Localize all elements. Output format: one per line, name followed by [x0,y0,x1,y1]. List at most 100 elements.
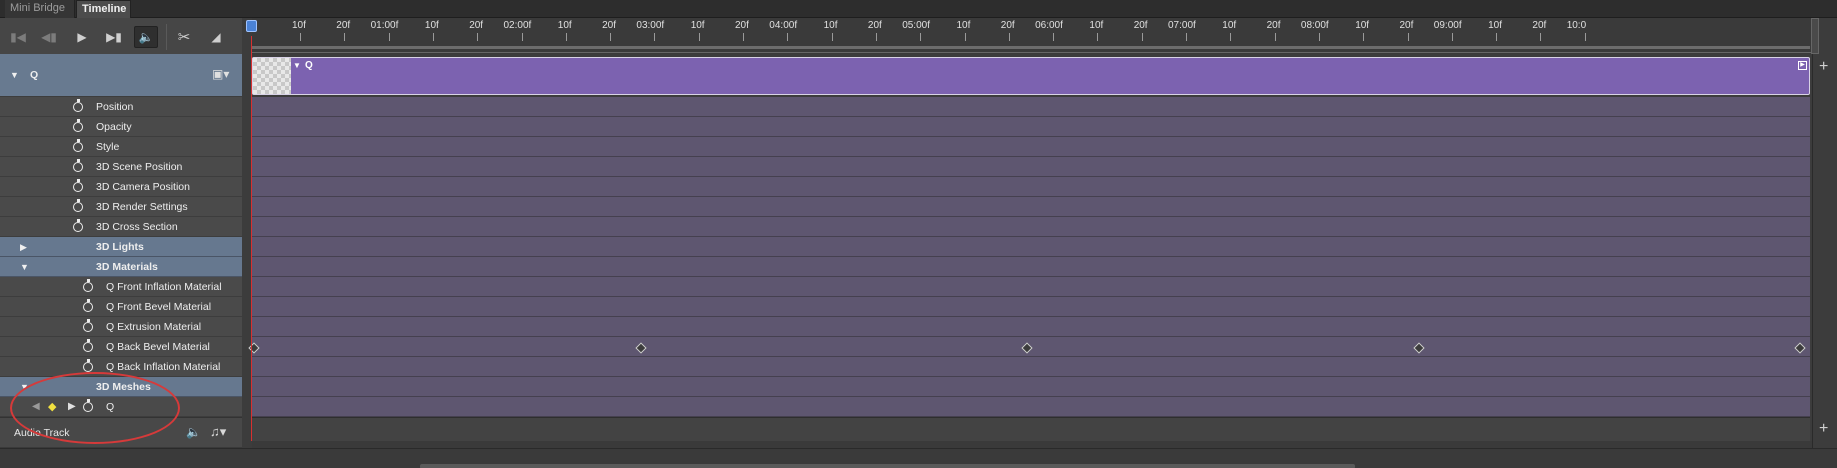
play-icon: ▶ [77,30,87,44]
transition-button[interactable]: ◢ [204,26,228,48]
transition-icon: ◢ [211,30,221,44]
music-note-icon[interactable]: ♫▾ [210,424,226,440]
material-label: Q Front Bevel Material [106,301,212,313]
go-to-first-frame-button[interactable]: ▮◀ [6,26,30,48]
ruler-tick-label: 10f [292,20,306,31]
ruler-tick [1097,33,1099,41]
audio-track-lane[interactable] [252,417,1810,441]
track-row-line [252,176,1810,177]
ruler-tick-label: 10f [557,20,572,31]
time-ruler[interactable]: 10f 20f 01:00f 10f 20f 02:00f 10f 20f 03:00f 10f 2… [252,18,1812,54]
ruler-tick-label: 10f [1089,20,1104,31]
clip-end-icon[interactable]: ▶ [1798,61,1807,70]
stopwatch-icon[interactable] [73,199,83,212]
stopwatch-icon[interactable] [73,159,83,172]
property-row[interactable]: 3D Render Settings [0,197,242,217]
controls-divider [166,24,167,50]
ruler-tick-label: 08:00f [1300,20,1329,31]
audio-toggle-button[interactable]: 🔈 [134,26,158,48]
layer-name: Q [30,69,39,81]
speaker-icon[interactable]: 🔈 [186,425,201,439]
property-row[interactable]: 3D Camera Position [0,177,242,197]
clip-menu-triangle-icon[interactable]: ▼ [293,61,301,70]
property-row[interactable]: Opacity [0,117,242,137]
property-label: 3D Cross Section [96,221,178,233]
property-label: Opacity [96,121,132,133]
group-row-3d-materials[interactable]: ▼ 3D Materials [0,257,242,277]
property-track-rows[interactable] [252,97,1810,417]
clip-thumbnail [253,58,291,94]
stopwatch-icon[interactable] [83,299,93,312]
tab-mini-bridge[interactable]: Mini Bridge [5,0,75,18]
track-row-line [252,116,1810,117]
ruler-tick-label: 20f [469,20,484,31]
collapse-triangle-icon[interactable]: ▼ [20,262,29,272]
collapse-triangle-icon[interactable]: ▼ [10,70,19,80]
track-row-line [252,296,1810,297]
ruler-tick [964,33,966,41]
play-button[interactable]: ▶ [70,26,94,48]
playhead-handle[interactable] [246,20,257,32]
stopwatch-icon[interactable] [83,339,93,352]
track-row-line [252,136,1810,137]
group-label: 3D Materials [96,261,158,273]
vertical-scroll-thumb[interactable] [1811,18,1819,54]
layer-row-q[interactable]: ▼ Q ▣▾ [0,54,242,97]
stopwatch-icon[interactable] [73,179,83,192]
ruler-tick-label: 20f [602,20,616,31]
material-row[interactable]: Q Extrusion Material [0,317,242,337]
track-row-line [252,156,1810,157]
material-label: Q Extrusion Material [106,321,202,333]
track-row-line [252,216,1810,217]
ruler-tick [1230,33,1232,41]
split-at-playhead-button[interactable]: ✂ [172,26,196,48]
stopwatch-icon[interactable] [83,359,93,372]
tab-timeline[interactable]: Timeline [76,0,131,18]
ruler-tick-label: 06:00f [1035,20,1063,31]
ruler-tick-label: 10f [956,20,971,31]
ruler-tick [1363,33,1365,41]
stopwatch-icon[interactable] [83,319,93,332]
ruler-baseline [252,52,1812,53]
video-clip-q[interactable]: ▼ Q ▶ [252,57,1810,95]
track-row-line [252,336,1810,337]
ruler-tick-label: 10f [823,20,838,31]
property-row[interactable]: Position [0,97,242,117]
track-row-line [252,396,1810,397]
group-row-3d-lights[interactable]: ▶ 3D Lights [0,237,242,257]
horizontal-scrollbar[interactable] [420,464,1355,468]
stopwatch-icon[interactable] [73,99,83,112]
property-row[interactable]: 3D Scene Position [0,157,242,177]
material-row[interactable]: Q Back Bevel Material [0,337,242,357]
add-track-plus-icon[interactable]: + [1819,58,1828,76]
track-row-line [252,236,1810,237]
stopwatch-icon[interactable] [73,219,83,232]
property-label: Style [96,141,120,153]
film-strip-icon[interactable]: ▣▾ [212,67,229,81]
track-row-line [252,356,1810,357]
track-area[interactable]: ▼ Q ▶ [248,54,1812,441]
add-audio-plus-icon[interactable]: + [1819,420,1828,438]
material-row[interactable]: Q Front Bevel Material [0,297,242,317]
track-row-line [252,256,1810,257]
material-label: Q Front Inflation Material [106,281,222,293]
ruler-tick [875,33,877,41]
stopwatch-icon[interactable] [73,119,83,132]
ruler-tick [1318,33,1320,41]
track-row-line [252,376,1810,377]
property-row[interactable]: 3D Cross Section [0,217,242,237]
group-label: 3D Lights [96,241,144,253]
expand-triangle-icon[interactable]: ▶ [20,242,27,253]
material-row[interactable]: Q Front Inflation Material [0,277,242,297]
property-row[interactable]: Style [0,137,242,157]
work-area-bar[interactable] [252,46,1810,49]
stopwatch-icon[interactable] [73,139,83,152]
next-frame-button[interactable]: ▶▮ [102,26,126,48]
ruler-tick-label: 10f [1355,20,1370,31]
stopwatch-icon[interactable] [83,279,93,292]
ruler-tick [477,33,479,41]
previous-frame-button[interactable]: ◀▮ [37,26,61,48]
ruler-tick [521,33,523,41]
speaker-icon: 🔈 [138,30,154,44]
ruler-tick [831,33,833,41]
